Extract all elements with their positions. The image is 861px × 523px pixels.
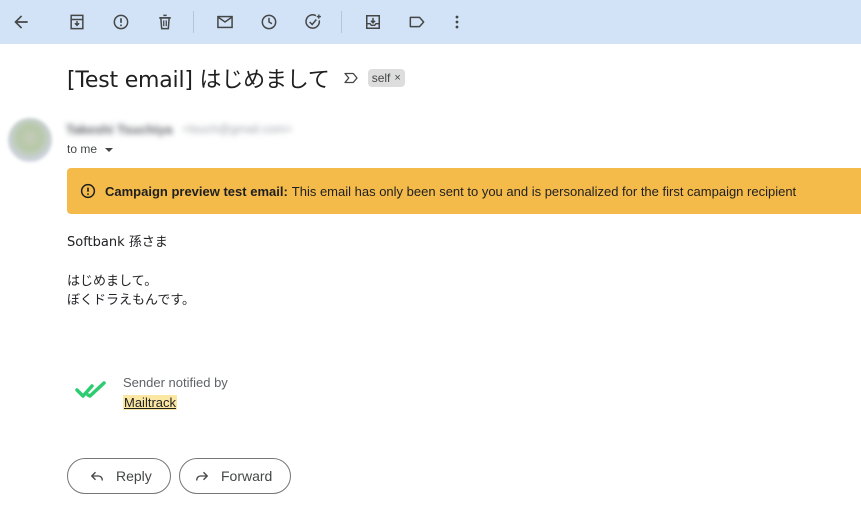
more-vert-icon [455,15,459,29]
importance-marker-icon[interactable] [342,68,362,88]
reply-label: Reply [116,468,152,484]
mark-unread-button[interactable] [209,6,241,38]
body-line: ぼくドラえもんです。 [67,293,196,308]
more-button[interactable] [441,6,473,38]
reply-icon [91,471,103,481]
add-task-icon [305,14,321,29]
labels-button[interactable] [401,6,433,38]
subject-row: [Test email] はじめまして self × [67,62,405,94]
toolbar [0,0,861,44]
body-greeting: Softbank 孫さま [67,235,168,250]
forward-button[interactable]: Forward [179,458,291,494]
forward-label: Forward [221,468,273,484]
back-arrow-icon [14,15,28,29]
mailtrack-notified-text: Sender notified by [123,375,228,390]
banner-text: This email has only been sent to you and… [291,183,797,199]
sender-info: Takeshi Tsuchiya <tsuch@gmail.com> [66,122,326,137]
sender-name[interactable]: Takeshi Tsuchiya [66,122,172,137]
email-subject: [Test email] はじめまして [67,68,330,93]
mark-unread-icon [217,15,233,29]
report-spam-icon [113,14,129,30]
chevron-down-icon[interactable] [105,147,114,152]
banner-title: Campaign preview test email: [105,183,288,199]
archive-button[interactable] [61,6,93,38]
reply-button[interactable]: Reply [67,458,171,494]
back-button[interactable] [5,6,37,38]
campaign-preview-banner: Campaign preview test email: This email … [67,168,861,214]
recipient-text: to me [67,142,98,156]
remove-label-icon[interactable]: × [394,72,400,84]
delete-button[interactable] [149,6,181,38]
forward-icon [196,471,208,481]
sender-email: <tsuch@gmail.com> [182,122,293,136]
warning-icon [79,182,97,200]
label-chip-self[interactable]: self × [367,69,405,87]
snooze-clock-icon [261,14,277,30]
mailtrack-link[interactable]: Mailtrack [123,395,178,410]
report-spam-button[interactable] [105,6,137,38]
toolbar-divider [341,11,342,33]
label-chip-text: self [371,71,391,85]
move-to-button[interactable] [357,6,389,38]
add-task-button[interactable] [297,6,329,38]
label-icon [409,16,425,28]
recipient-details-toggle[interactable]: to me [67,142,114,156]
archive-icon [70,14,84,30]
snooze-button[interactable] [253,6,285,38]
double-check-icon [75,381,106,398]
avatar[interactable] [8,118,52,162]
body-line: はじめまして。 [67,274,158,289]
move-to-icon [366,15,380,29]
toolbar-divider [193,11,194,33]
delete-icon [159,14,171,30]
